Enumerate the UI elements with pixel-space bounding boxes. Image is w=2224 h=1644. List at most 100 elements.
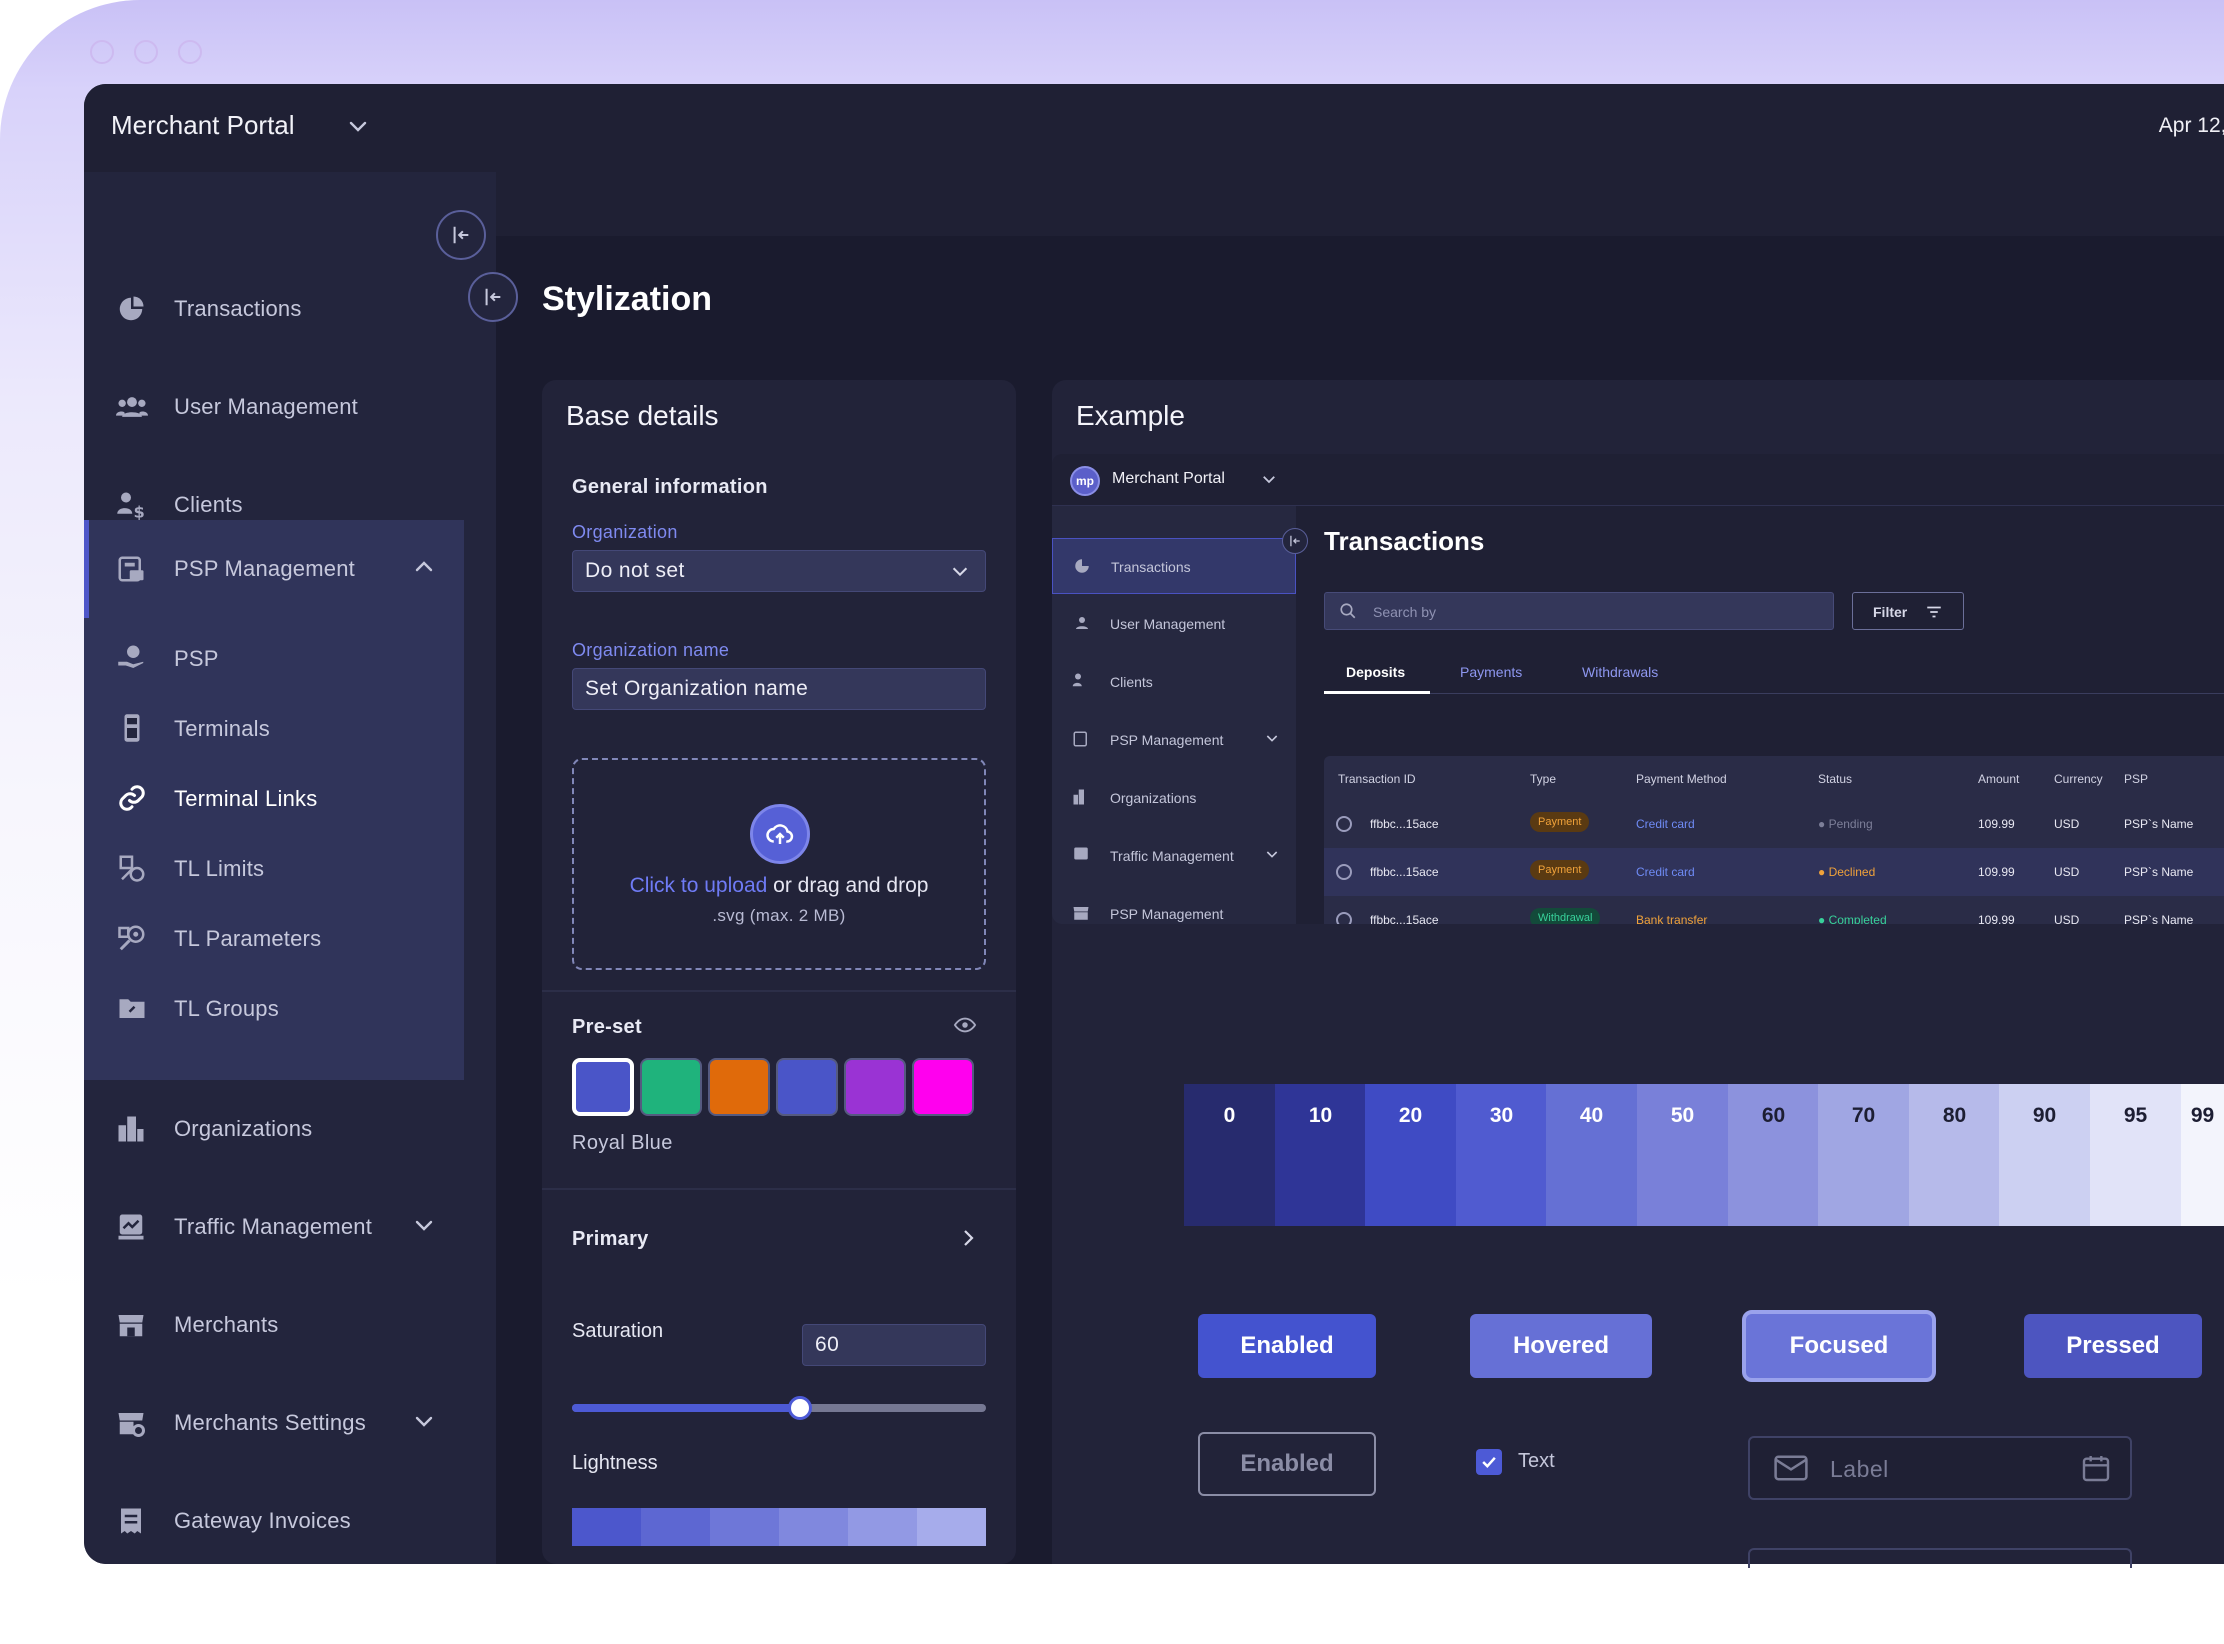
logo-upload-dropzone[interactable]: Click to upload or drag and drop .svg (m… [572, 758, 986, 970]
sidebar-item-psp-management[interactable]: PSP Management [84, 520, 464, 618]
palette-step-label: 30 [1489, 1104, 1514, 1127]
lightness-step[interactable] [572, 1508, 641, 1546]
chevron-up-icon[interactable] [412, 555, 436, 584]
sidebar-item-organizations[interactable]: Organizations [84, 1080, 464, 1178]
store-settings-icon [116, 1408, 148, 1440]
example-tab-withdrawals: Withdrawals [1582, 664, 1659, 680]
sidebar-item-gateway-invoices[interactable]: Gateway Invoices [84, 1472, 464, 1564]
click-to-upload-link[interactable]: Click to upload [630, 874, 768, 897]
example-search-input: Search by [1324, 592, 1834, 630]
cell-type: Payment [1530, 812, 1590, 832]
column-header: Amount [1978, 772, 2020, 786]
collapse-sidebar-button[interactable] [436, 210, 486, 260]
row-radio [1336, 816, 1352, 832]
store-icon [1072, 904, 1092, 924]
upload-instructions: Click to upload or drag and drop [574, 874, 984, 898]
palette-step[interactable]: 30 [1456, 1084, 1547, 1226]
sidebar-item-label: TL Parameters [174, 926, 322, 951]
organization-select[interactable]: Do not set [572, 550, 986, 592]
lightness-step[interactable] [710, 1508, 779, 1546]
page-title: Stylization [542, 280, 713, 318]
text-checkbox[interactable] [1476, 1449, 1502, 1475]
cell-amount: 109.99 [1978, 913, 2015, 924]
primary-heading[interactable]: Primary [572, 1228, 649, 1251]
psp-management-icon [1072, 730, 1092, 750]
palette-step[interactable]: 20 [1365, 1084, 1456, 1226]
swatch-purple[interactable] [844, 1058, 906, 1116]
sidebar-item-terminals[interactable]: Terminals [84, 694, 464, 764]
close-dot[interactable] [90, 40, 114, 64]
chevron-down-icon[interactable] [412, 1213, 436, 1242]
email-date-field[interactable]: Label [1748, 1436, 2132, 1500]
example-nav-psp-2: PSP Management [1052, 886, 1296, 924]
sidebar-item-label: Traffic Management [174, 1214, 373, 1239]
pressed-button[interactable]: Pressed [2024, 1314, 2202, 1378]
client-dollar-icon [1072, 672, 1092, 692]
sidebar-item-tl-groups[interactable]: TL Groups [84, 974, 464, 1044]
current-date: Apr 12, 1 [2158, 114, 2224, 137]
lightness-step[interactable] [848, 1508, 917, 1546]
swatch-blue[interactable] [776, 1058, 838, 1116]
palette-step[interactable]: 90 [1999, 1084, 2090, 1226]
column-header: Payment Method [1636, 772, 1727, 786]
example-sidebar: Transactions User Management Clients PSP… [1052, 506, 1296, 924]
sidebar-item-merchants-settings[interactable]: Merchants Settings [84, 1374, 464, 1472]
traffic-icon [116, 1212, 148, 1244]
lightness-step[interactable] [779, 1508, 848, 1546]
palette-step-label: 90 [2032, 1104, 2057, 1127]
collapse-panel-button[interactable] [468, 272, 518, 322]
maximize-dot[interactable] [178, 40, 202, 64]
organization-name-input[interactable]: Set Organization name [572, 668, 986, 710]
sidebar-item-traffic-management[interactable]: Traffic Management [84, 1178, 464, 1276]
palette-step-label: 60 [1761, 1104, 1786, 1127]
sidebar-item-label: Transactions [174, 296, 302, 321]
enabled-outline-button[interactable]: Enabled [1198, 1432, 1376, 1496]
hovered-button[interactable]: Hovered [1470, 1314, 1652, 1378]
swatch-green[interactable] [640, 1058, 702, 1116]
chevron-right-icon[interactable] [956, 1226, 980, 1255]
swatch-royal-blue[interactable] [572, 1058, 634, 1116]
tabs-divider [1324, 693, 2224, 694]
sidebar-item-transactions[interactable]: Transactions [84, 260, 464, 358]
sidebar-item-psp[interactable]: PSP [84, 624, 464, 694]
sidebar-item-tl-limits[interactable]: TL Limits [84, 834, 464, 904]
palette-step[interactable]: 0 [1184, 1084, 1275, 1226]
sidebar-item-user-management[interactable]: User Management [84, 358, 464, 456]
sidebar-item-merchants[interactable]: Merchants [84, 1276, 464, 1374]
mail-icon [1774, 1454, 1808, 1487]
saturation-input[interactable]: 60 [802, 1324, 986, 1366]
sidebar-item-tl-parameters[interactable]: TL Parameters [84, 904, 464, 974]
table-row: ffbbc...15ace Withdrawal Bank transfer ● Co… [1324, 896, 2224, 924]
palette-step[interactable]: 40 [1546, 1084, 1637, 1226]
lightness-step[interactable] [917, 1508, 986, 1546]
portal-logo: mp [1070, 466, 1100, 496]
minimize-dot[interactable] [134, 40, 158, 64]
cell-currency: USD [2054, 865, 2080, 879]
swatch-magenta[interactable] [912, 1058, 974, 1116]
preset-heading: Pre-set [572, 1016, 642, 1038]
swatch-orange[interactable] [708, 1058, 770, 1116]
palette-step[interactable]: 70 [1818, 1084, 1909, 1226]
column-header: Status [1818, 772, 1853, 786]
palette-step[interactable]: 80 [1909, 1084, 2000, 1226]
palette-step[interactable]: 10 [1275, 1084, 1366, 1226]
chevron-down-icon[interactable] [412, 1409, 436, 1438]
palette-step[interactable]: 60 [1728, 1084, 1819, 1226]
palette-step[interactable]: 99 [2181, 1084, 2224, 1226]
example-nav-organizations: Organizations [1052, 770, 1296, 826]
focused-button[interactable]: Focused [1742, 1310, 1936, 1382]
palette-step[interactable]: 50 [1637, 1084, 1728, 1226]
eye-icon[interactable] [952, 1014, 978, 1041]
enabled-button[interactable]: Enabled [1198, 1314, 1376, 1378]
calendar-icon[interactable] [2080, 1452, 2112, 1489]
row-radio [1336, 864, 1352, 880]
sidebar-item-terminal-links[interactable]: Terminal Links [84, 764, 464, 834]
palette-step[interactable]: 95 [2090, 1084, 2181, 1226]
lightness-step[interactable] [641, 1508, 710, 1546]
field-placeholder: Label [1830, 1456, 1889, 1482]
organization-value: Do not set [585, 559, 685, 582]
chevron-down-icon[interactable] [346, 114, 370, 143]
saturation-slider-handle[interactable] [788, 1396, 812, 1420]
sidebar-item-label: User Management [174, 394, 358, 419]
portal-title[interactable]: Merchant Portal [111, 110, 295, 141]
